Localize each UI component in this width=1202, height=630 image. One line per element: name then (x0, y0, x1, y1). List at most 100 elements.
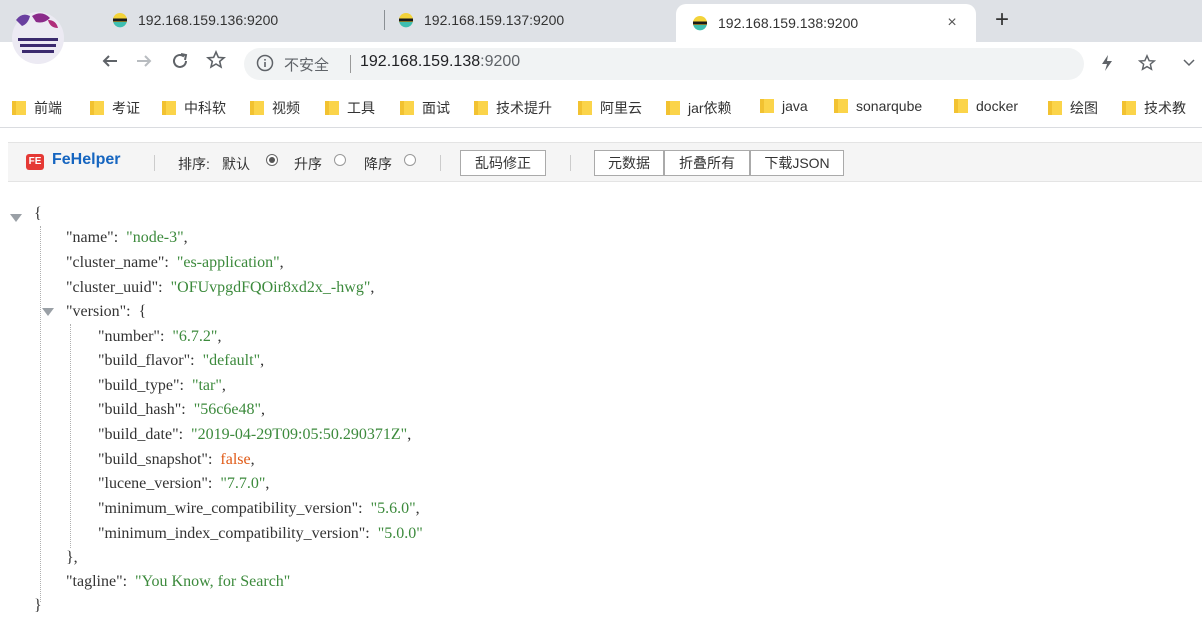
json-version-close-brace: }, (66, 549, 78, 566)
bookmark-folder[interactable]: 阿里云 (578, 98, 642, 118)
json-value: "5.0.0" (377, 525, 423, 542)
chevron-down-icon[interactable] (1182, 54, 1196, 75)
sort-asc-radio[interactable] (334, 154, 346, 166)
bookmark-folder[interactable]: 绘图 (1048, 98, 1098, 118)
folder-icon (400, 101, 414, 115)
sort-asc-label[interactable]: 升序 (294, 154, 322, 174)
tab-title: 192.168.159.136:9200 (138, 12, 279, 28)
json-value: false (220, 451, 251, 468)
fix-encoding-button[interactable]: 乱码修正 (460, 150, 546, 176)
bookmark-folder[interactable]: docker (954, 98, 1018, 114)
bookmark-label: docker (976, 98, 1019, 114)
folder-icon (578, 101, 592, 115)
bookmark-folder[interactable]: 前端 (12, 98, 62, 118)
url-text[interactable]: 192.168.159.138:9200 (360, 53, 520, 71)
bookmark-star-button[interactable] (202, 50, 230, 78)
json-value: "OFUvpgdFQOir8xd2x_-hwg" (170, 279, 371, 296)
collapse-all-button[interactable]: 折叠所有 (664, 150, 750, 176)
folder-icon (1048, 101, 1062, 115)
forward-button[interactable] (130, 50, 158, 78)
json-entry-min-index-compat: "minimum_index_compatibility_version": "… (98, 525, 423, 542)
folder-icon (90, 101, 104, 115)
tab-1[interactable]: 192.168.159.136:9200 (112, 0, 372, 40)
info-icon[interactable] (256, 54, 274, 72)
insecure-label[interactable]: 不安全 (284, 54, 329, 75)
bookmark-folder[interactable]: 面试 (400, 98, 450, 118)
bookmarks-bar: 前端 考证 中科软 视频 工具 面试 技术提升 阿里云 jar依赖 java s… (0, 86, 1202, 128)
back-button[interactable] (96, 50, 124, 78)
json-value: "7.7.0" (220, 475, 266, 492)
profile-avatar[interactable] (6, 2, 64, 68)
bookmark-folder[interactable]: sonarqube (834, 98, 922, 114)
folder-icon (954, 99, 968, 113)
browser-toolbar: 不安全 192.168.159.138:9200 (0, 42, 1202, 86)
json-value: "es-application" (176, 254, 280, 271)
address-divider (350, 55, 351, 73)
json-value: "2019-04-29T09:05:50.290371Z" (191, 426, 408, 443)
json-value: "You Know, for Search" (135, 573, 291, 590)
json-entry-version: "version": { (66, 303, 147, 320)
bookmark-label: 技术教 (1144, 100, 1186, 116)
bookmark-folder[interactable]: 中科软 (162, 98, 226, 118)
new-tab-button[interactable]: + (988, 6, 1016, 34)
collapse-root-toggle-icon[interactable] (10, 214, 22, 222)
folder-icon (474, 101, 488, 115)
divider (440, 155, 441, 171)
bookmark-label: 前端 (34, 100, 62, 116)
json-value: "5.6.0" (370, 500, 416, 517)
bookmark-folder[interactable]: 考证 (90, 98, 140, 118)
close-tab-icon[interactable]: × (942, 13, 962, 33)
star-icon (205, 50, 227, 69)
elasticsearch-icon (112, 12, 128, 28)
bookmark-label: 考证 (112, 100, 140, 116)
tab-title: 192.168.159.137:9200 (424, 12, 565, 28)
sort-default-label[interactable]: 默认 (222, 154, 250, 174)
divider (570, 155, 571, 171)
sort-default-radio[interactable] (266, 154, 278, 166)
metadata-button[interactable]: 元数据 (594, 150, 664, 176)
tab-3-active[interactable]: 192.168.159.138:9200 × (676, 4, 976, 42)
json-entry-build-date: "build_date": "2019-04-29T09:05:50.29037… (98, 426, 412, 443)
bookmark-label: 面试 (422, 100, 450, 116)
url-host: 192.168.159.138 (360, 53, 481, 70)
tab-2[interactable]: 192.168.159.137:9200 (398, 0, 658, 40)
indent-guide (70, 324, 71, 548)
lightning-extension-icon[interactable] (1100, 54, 1114, 77)
bookmark-folder[interactable]: jar依赖 (666, 98, 732, 118)
bookmark-folder[interactable]: java (760, 98, 808, 114)
elasticsearch-icon (398, 12, 414, 28)
fehelper-name[interactable]: FeHelper (52, 151, 120, 169)
json-entry-cluster-uuid: "cluster_uuid": "OFUvpgdFQOir8xd2x_-hwg"… (66, 279, 375, 296)
bookmark-folder[interactable]: 技术提升 (474, 98, 552, 118)
bookmark-folder[interactable]: 视频 (250, 98, 300, 118)
bookmark-folder[interactable]: 技术教 (1122, 98, 1186, 118)
folder-icon (834, 99, 848, 113)
bookmark-label: sonarqube (856, 98, 923, 114)
sort-desc-label[interactable]: 降序 (364, 154, 392, 174)
json-entry-build-hash: "build_hash": "56c6e48", (98, 401, 265, 418)
download-json-button[interactable]: 下载JSON (750, 150, 844, 176)
folder-icon (1122, 101, 1136, 115)
json-entry-number: "number": "6.7.2", (98, 328, 222, 345)
json-entry-tagline: "tagline": "You Know, for Search" (66, 573, 291, 590)
address-bar[interactable]: 不安全 192.168.159.138:9200 (244, 48, 1084, 80)
bookmark-label: java (782, 98, 808, 114)
bookmark-label: jar依赖 (688, 100, 732, 116)
bookmark-label: 绘图 (1070, 100, 1098, 116)
indent-guide (40, 226, 41, 602)
folder-icon (250, 101, 264, 115)
bookmark-folder[interactable]: 工具 (325, 98, 375, 118)
json-entry-cluster-name: "cluster_name": "es-application", (66, 254, 284, 271)
folder-icon (760, 99, 774, 113)
collapse-version-toggle-icon[interactable] (42, 308, 54, 316)
tab-strip: 192.168.159.136:9200 192.168.159.137:920… (0, 0, 1202, 64)
fehelper-logo-icon: FE (26, 154, 44, 170)
reload-button[interactable] (166, 50, 194, 78)
sort-desc-radio[interactable] (404, 154, 416, 166)
tab-title: 192.168.159.138:9200 (718, 15, 859, 31)
json-entry-lucene-version: "lucene_version": "7.7.0", (98, 475, 270, 492)
tab-separator (384, 10, 385, 30)
star-icon[interactable] (1137, 54, 1157, 77)
json-entry-name: "name": "node-3", (66, 229, 188, 246)
bookmark-label: 视频 (272, 100, 300, 116)
